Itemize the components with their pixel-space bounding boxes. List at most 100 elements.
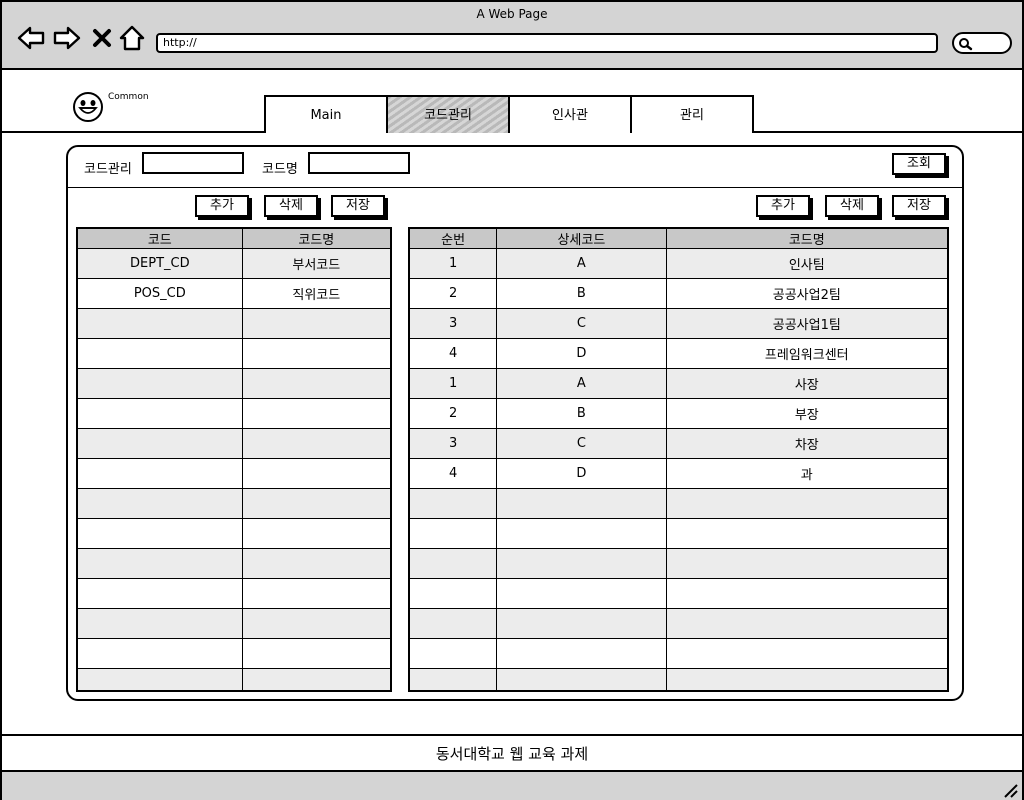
name-search-input[interactable] (308, 152, 410, 174)
table-row[interactable] (76, 518, 392, 549)
cell-seq: 4 (408, 338, 498, 369)
table-row[interactable] (76, 578, 392, 609)
code-management-panel: 코드관리 코드명 조회 추가 삭제 저장 추가 삭제 저장 코드 코드명 DEP… (66, 145, 964, 701)
column-header-detail-code: 상세코드 (496, 227, 667, 249)
table-row[interactable]: 3 C 차장 (408, 428, 949, 459)
table-row[interactable] (76, 668, 392, 691)
cell-code (76, 308, 243, 339)
query-button[interactable]: 조회 (892, 153, 946, 175)
table-row[interactable] (76, 488, 392, 519)
cell-detail-name (665, 638, 949, 669)
cell-code (76, 458, 243, 489)
right-save-button[interactable]: 저장 (892, 195, 946, 217)
table-row[interactable]: 2 B 부장 (408, 398, 949, 429)
table-row[interactable]: POS_CD 직위코드 (76, 278, 392, 309)
cell-detail-code (496, 518, 667, 549)
cell-detail-code: B (496, 278, 667, 309)
url-input[interactable]: http:// (156, 33, 938, 53)
cell-code-name (241, 638, 392, 669)
right-delete-button[interactable]: 삭제 (825, 195, 879, 217)
left-delete-button[interactable]: 삭제 (264, 195, 318, 217)
table-row[interactable] (76, 368, 392, 399)
back-arrow-icon[interactable] (16, 24, 46, 52)
forward-arrow-icon[interactable] (52, 24, 82, 52)
cell-detail-name: 인사팀 (665, 248, 949, 279)
cell-detail-code (496, 488, 667, 519)
close-x-icon[interactable] (90, 24, 114, 52)
cell-code-name (241, 308, 392, 339)
cell-detail-name: 부장 (665, 398, 949, 429)
table-row[interactable] (76, 608, 392, 639)
cell-code-name (241, 338, 392, 369)
right-add-button[interactable]: 추가 (756, 195, 810, 217)
table-row[interactable]: 3 C 공공사업1팀 (408, 308, 949, 339)
detail-code-table: 순번 상세코드 코드명 1 A 인사팀 2 B 공공사업2팀 3 C 공공사업1팀 4 D 프레임워크… (408, 227, 949, 692)
cell-code-name (241, 518, 392, 549)
cell-code (76, 518, 243, 549)
table-row[interactable] (76, 458, 392, 489)
cell-seq (408, 488, 498, 519)
cell-detail-name: 과 (665, 458, 949, 489)
left-save-button[interactable]: 저장 (331, 195, 385, 217)
cell-code-name (241, 608, 392, 639)
column-header-detail-name: 코드명 (665, 227, 949, 249)
cell-detail-code (496, 638, 667, 669)
cell-seq (408, 608, 498, 639)
table-row[interactable] (408, 518, 949, 549)
cell-code-name (241, 368, 392, 399)
logo-text: Common (108, 92, 149, 102)
table-row[interactable] (408, 488, 949, 519)
table-row[interactable] (408, 548, 949, 579)
cell-detail-code (496, 578, 667, 609)
cell-detail-code (496, 668, 667, 691)
column-header-code: 코드 (76, 227, 243, 249)
cell-seq: 2 (408, 398, 498, 429)
table-row[interactable] (76, 338, 392, 369)
table-row[interactable] (76, 308, 392, 339)
home-icon[interactable] (118, 24, 146, 52)
name-search-label: 코드명 (262, 162, 298, 177)
cell-detail-code (496, 548, 667, 579)
table-row[interactable]: DEPT_CD 부서코드 (76, 248, 392, 279)
table-row[interactable]: 4 D 프레임워크센터 (408, 338, 949, 369)
table-row[interactable] (76, 548, 392, 579)
column-header-seq: 순번 (408, 227, 498, 249)
tab-hr[interactable]: 인사관 (508, 95, 632, 133)
left-add-button[interactable]: 추가 (195, 195, 249, 217)
cell-seq: 2 (408, 278, 498, 309)
tab-code-management[interactable]: 코드관리 (386, 95, 510, 133)
table-row[interactable]: 2 B 공공사업2팀 (408, 278, 949, 309)
cell-detail-code: B (496, 398, 667, 429)
resize-grip-icon[interactable] (1002, 782, 1018, 798)
table-row[interactable] (408, 608, 949, 639)
table-row[interactable] (76, 638, 392, 669)
tab-main[interactable]: Main (264, 95, 388, 133)
cell-detail-name (665, 668, 949, 691)
table-row[interactable] (408, 578, 949, 609)
site-header: Common Main 코드관리 인사관 관리 (2, 70, 1022, 133)
code-table: 코드 코드명 DEPT_CD 부서코드 POS_CD 직위코드 (76, 227, 392, 692)
cell-detail-name (665, 518, 949, 549)
browser-search-box[interactable] (952, 32, 1012, 54)
table-row[interactable] (408, 668, 949, 691)
browser-window: A Web Page http:// Common Main 코드관리 인사관 … (0, 0, 1024, 800)
table-row[interactable]: 1 A 인사팀 (408, 248, 949, 279)
cell-seq: 1 (408, 368, 498, 399)
main-nav-tabs: Main 코드관리 인사관 관리 (264, 95, 754, 133)
cell-code-name: 직위코드 (241, 278, 392, 309)
tab-admin[interactable]: 관리 (630, 95, 754, 133)
code-search-input[interactable] (142, 152, 244, 174)
cell-detail-code: A (496, 368, 667, 399)
table-row[interactable] (408, 638, 949, 669)
cell-seq (408, 638, 498, 669)
table-row[interactable]: 1 A 사장 (408, 368, 949, 399)
cell-detail-code (496, 608, 667, 639)
cell-seq: 3 (408, 308, 498, 339)
table-row[interactable]: 4D과 (408, 458, 949, 489)
table-row[interactable] (76, 398, 392, 429)
cell-detail-name: 공공사업2팀 (665, 278, 949, 309)
cell-detail-code: C (496, 308, 667, 339)
cell-code-name (241, 398, 392, 429)
table-row[interactable] (76, 428, 392, 459)
cell-code-name (241, 548, 392, 579)
